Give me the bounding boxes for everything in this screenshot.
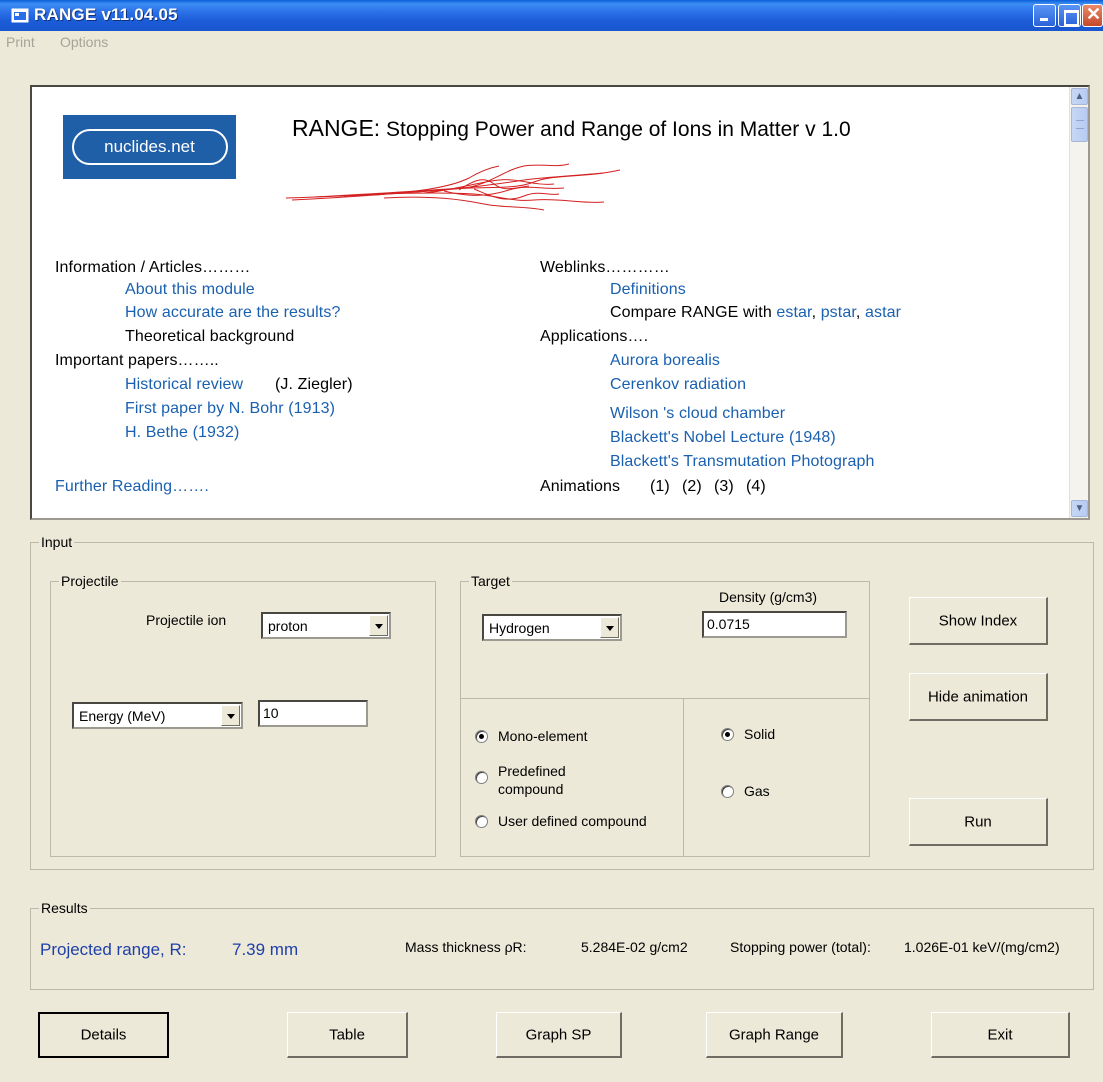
weblinks-heading: Weblinks………… xyxy=(540,259,670,276)
applications-heading: Applications…. xyxy=(540,328,649,345)
bethe-link[interactable]: H. Bethe (1932) xyxy=(125,424,239,442)
range-value: 7.39 mm xyxy=(232,940,299,959)
title-bar: RANGE v11.04.05 xyxy=(0,0,1103,31)
further-reading-link[interactable]: Further Reading……. xyxy=(55,478,209,496)
mass-thickness-value: 5.284E-02 g/cm2 xyxy=(581,939,688,955)
scroll-thumb[interactable] xyxy=(1071,107,1088,142)
energy-mode-select[interactable]: Energy (MeV) xyxy=(72,702,243,729)
target-element-select[interactable]: Hydrogen xyxy=(482,614,622,641)
nuclides-logo: nuclides.net xyxy=(63,115,236,179)
compare-prefix: Compare RANGE with xyxy=(610,304,777,321)
theory-text: Theoretical background xyxy=(125,328,295,345)
density-input[interactable]: 0.0715 xyxy=(702,611,847,638)
stopping-power-label: Stopping power (total): xyxy=(730,939,871,955)
logo-text: nuclides.net xyxy=(104,137,195,156)
target-legend: Target xyxy=(471,573,510,589)
mono-element-radio[interactable] xyxy=(475,730,488,743)
close-button[interactable] xyxy=(1082,4,1103,27)
blackett-nobel-link[interactable]: Blackett's Nobel Lecture (1948) xyxy=(610,429,836,447)
mono-element-label: Mono-element xyxy=(498,728,588,744)
solid-label: Solid xyxy=(744,726,776,742)
gas-label: Gas xyxy=(744,783,770,799)
scroll-down-icon[interactable]: ▼ xyxy=(1071,500,1088,517)
papers-heading: Important papers…….. xyxy=(55,352,219,369)
info-articles-heading: Information / Articles……… xyxy=(55,259,251,276)
energy-input[interactable]: 10 xyxy=(258,700,368,727)
results-legend: Results xyxy=(41,900,88,916)
gas-radio[interactable] xyxy=(721,785,734,798)
bohr-paper-link[interactable]: First paper by N. Bohr (1913) xyxy=(125,400,335,418)
graph-sp-button[interactable]: Graph SP xyxy=(496,1012,622,1058)
user-compound-radio[interactable] xyxy=(475,815,488,828)
input-legend: Input xyxy=(41,534,73,550)
menu-options[interactable]: Options xyxy=(60,34,108,50)
target-divider-h xyxy=(461,698,869,699)
wilson-link[interactable]: Wilson 's cloud chamber xyxy=(610,405,785,423)
graph-range-button[interactable]: Graph Range xyxy=(706,1012,843,1058)
chevron-down-icon[interactable] xyxy=(221,705,240,726)
stopping-power-value: 1.026E-01 keV/(mg/cm2) xyxy=(904,939,1060,955)
density-label: Density (g/cm3) xyxy=(719,589,818,605)
compare-line: Compare RANGE with estar, pstar, astar xyxy=(610,304,902,321)
window-title: RANGE v11.04.05 xyxy=(34,5,178,24)
mass-thickness-label: Mass thickness ρR: xyxy=(405,939,527,955)
chevron-down-icon[interactable] xyxy=(369,615,388,636)
aurora-link[interactable]: Aurora borealis xyxy=(610,352,720,370)
info-scrollbar[interactable]: ▲ ▼ xyxy=(1069,87,1088,518)
title-bold: RANGE: xyxy=(292,115,381,141)
blackett-photo-link[interactable]: Blackett's Transmutation Photograph xyxy=(610,453,874,471)
details-button[interactable]: Details xyxy=(38,1012,169,1058)
predefined-compound-label-line2: compound xyxy=(498,781,564,797)
animation-link-3[interactable]: (3) xyxy=(714,478,734,496)
chevron-down-icon[interactable] xyxy=(600,617,619,638)
run-button[interactable]: Run xyxy=(909,798,1048,846)
predefined-compound-radio[interactable] xyxy=(475,771,488,784)
animation-link-2[interactable]: (2) xyxy=(682,478,702,496)
app-icon xyxy=(11,8,29,23)
animations-label: Animations xyxy=(540,478,621,495)
solid-radio[interactable] xyxy=(721,728,734,741)
density-value: 0.0715 xyxy=(707,616,750,632)
scroll-up-icon[interactable]: ▲ xyxy=(1071,88,1088,105)
projectile-ion-value: proton xyxy=(268,618,308,634)
animation-link-1[interactable]: (1) xyxy=(650,478,670,496)
table-button[interactable]: Table xyxy=(287,1012,408,1058)
info-panel: nuclides.net RANGE: Stopping Power and R… xyxy=(30,85,1090,520)
astar-link[interactable]: astar xyxy=(865,304,901,321)
accuracy-link[interactable]: How accurate are the results? xyxy=(125,304,340,322)
historical-author: (J. Ziegler) xyxy=(275,376,353,393)
range-label: Projected range, R: xyxy=(40,940,187,959)
energy-value: 10 xyxy=(263,705,279,721)
projectile-ion-label: Projectile ion xyxy=(146,612,227,628)
show-index-button[interactable]: Show Index xyxy=(909,597,1048,645)
title-rest: Stopping Power and Range of Ions in Matt… xyxy=(380,118,851,141)
exit-button[interactable]: Exit xyxy=(931,1012,1070,1058)
particle-tracks-image xyxy=(285,163,621,211)
page-title: RANGE: Stopping Power and Range of Ions … xyxy=(292,115,851,142)
hide-animation-button[interactable]: Hide animation xyxy=(909,673,1048,721)
pstar-link[interactable]: pstar xyxy=(821,304,856,321)
target-divider-v xyxy=(683,698,684,857)
predefined-compound-label-line1: Predefined xyxy=(498,763,566,779)
about-module-link[interactable]: About this module xyxy=(125,281,255,299)
user-compound-label: User defined compound xyxy=(498,813,647,829)
animation-link-4[interactable]: (4) xyxy=(746,478,766,496)
maximize-button[interactable] xyxy=(1058,4,1081,27)
minimize-button[interactable] xyxy=(1033,4,1056,27)
menu-bar: Print Options xyxy=(0,31,1103,53)
estar-link[interactable]: estar xyxy=(776,304,811,321)
menu-print[interactable]: Print xyxy=(6,34,35,50)
definitions-link[interactable]: Definitions xyxy=(610,281,686,299)
historical-review-link[interactable]: Historical review xyxy=(125,376,243,394)
target-element-value: Hydrogen xyxy=(489,620,550,636)
projectile-legend: Projectile xyxy=(61,573,119,589)
energy-mode-value: Energy (MeV) xyxy=(79,708,166,724)
cerenkov-link[interactable]: Cerenkov radiation xyxy=(610,376,746,394)
projectile-ion-select[interactable]: proton xyxy=(261,612,391,639)
